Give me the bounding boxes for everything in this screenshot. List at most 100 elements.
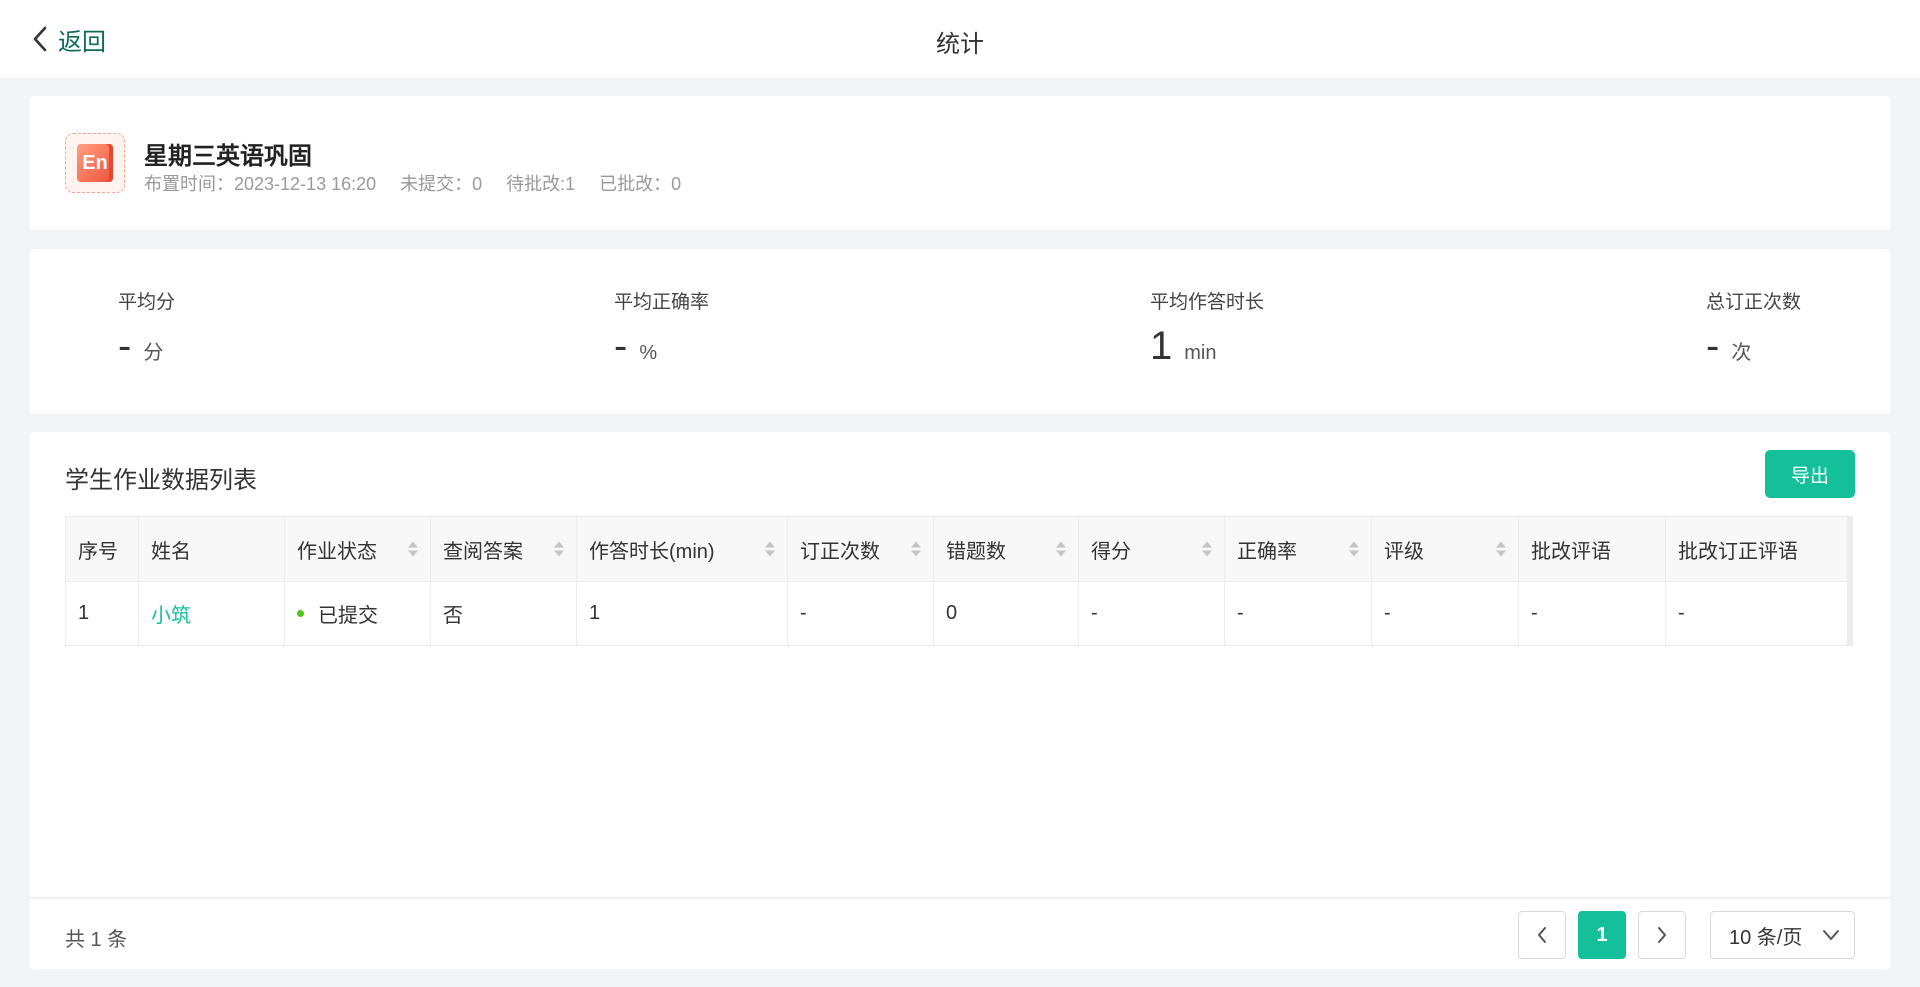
stat-unit: min (1184, 342, 1217, 364)
cell-value: 已提交 (318, 605, 378, 627)
column-header-label: 序号 (78, 540, 118, 563)
chevron-down-icon (1823, 930, 1839, 940)
cell-duration: 1 (577, 582, 788, 645)
column-header-label: 查阅答案 (443, 540, 523, 563)
stat-label: 总订正次数 (1706, 292, 1802, 313)
column-header-corrections[interactable]: 订正次数 (788, 517, 934, 581)
pagination: 1 10 条/页 (1518, 911, 1855, 959)
cell-grade: - (1372, 582, 1519, 645)
stat-unit: 分 (143, 342, 164, 364)
student-name-link[interactable]: 小筑 (151, 599, 191, 628)
cell-name: 小筑 (139, 582, 285, 645)
column-header-label: 正确率 (1237, 540, 1297, 563)
cell-view-answer: 否 (431, 582, 577, 645)
sort-icon[interactable] (1496, 541, 1506, 557)
cell-value: - (1678, 602, 1685, 624)
sort-icon[interactable] (911, 541, 921, 557)
cell-value: 1 (589, 602, 601, 624)
list-title: 学生作业数据列表 (65, 467, 257, 494)
table-header: 序号 姓名 作业状态 查阅答案 作答时长(min) 订正次数 错题数 得分 正确率 评级 批改评语 批… (66, 517, 1847, 581)
column-header-label: 批改订正评语 (1678, 540, 1798, 563)
english-subject-icon: En (65, 133, 125, 193)
column-header-wrong-count[interactable]: 错题数 (934, 517, 1079, 581)
column-header-label: 作业状态 (297, 540, 377, 563)
cell-value: - (1531, 602, 1538, 624)
stat-unit: 次 (1731, 342, 1752, 364)
prev-page-button[interactable] (1518, 911, 1566, 959)
column-header-index: 序号 (66, 517, 139, 581)
column-header-status[interactable]: 作业状态 (285, 517, 431, 581)
cell-value: - (800, 602, 807, 624)
stats-card: 平均分 - 分 平均正确率 - % 平均作答时长 1 min 总订正次数 - 次 (30, 249, 1890, 414)
column-header-correction-comment: 批改订正评语 (1666, 517, 1848, 581)
sort-icon[interactable] (1349, 541, 1359, 557)
column-header-review-comment: 批改评语 (1519, 517, 1666, 581)
stat-avg-score: 平均分 - 分 (118, 287, 175, 369)
student-table: 序号 姓名 作业状态 查阅答案 作答时长(min) 订正次数 错题数 得分 正确率 评级 批改评语 批… (65, 516, 1853, 646)
stat-value: - (1706, 324, 1720, 368)
column-header-label: 批改评语 (1531, 540, 1611, 563)
sort-icon[interactable] (765, 541, 775, 557)
chevron-right-icon (1658, 927, 1666, 943)
column-header-grade[interactable]: 评级 (1372, 517, 1519, 581)
column-header-label: 错题数 (946, 540, 1006, 563)
stat-total-corrections: 总订正次数 - 次 (1706, 287, 1801, 369)
cell-review-comment: - (1519, 582, 1666, 645)
reviewed-count: 已批改：0 (599, 174, 682, 194)
page-1-button[interactable]: 1 (1578, 911, 1626, 959)
sort-icon[interactable] (1202, 541, 1212, 557)
sort-icon[interactable] (554, 541, 564, 557)
column-header-duration[interactable]: 作答时长(min) (577, 517, 788, 581)
column-header-label: 得分 (1091, 540, 1131, 563)
cell-accuracy: - (1225, 582, 1372, 645)
chevron-left-icon (1538, 927, 1546, 943)
column-header-label: 姓名 (151, 540, 191, 563)
stat-value: - (118, 324, 132, 368)
cell-value: - (1091, 602, 1098, 624)
page-size-value: 10 条/页 (1729, 926, 1803, 949)
stat-avg-accuracy: 平均正确率 - % (614, 287, 709, 369)
cell-correction-comment: - (1666, 582, 1848, 645)
cell-value: - (1384, 602, 1391, 624)
pending-review-count: 待批改:1 (506, 174, 576, 194)
stat-value: - (614, 324, 628, 368)
page-size-select[interactable]: 10 条/页 (1710, 911, 1855, 959)
cell-index: 1 (66, 582, 139, 645)
export-button[interactable]: 导出 (1765, 450, 1855, 498)
homework-info-card: En 星期三英语巩固 布置时间：2023-12-13 16:20 未提交：0 待… (30, 96, 1890, 230)
cell-value: - (1237, 602, 1244, 624)
cell-status: 已提交 (285, 582, 431, 645)
stat-unit: % (639, 342, 658, 364)
column-header-score[interactable]: 得分 (1079, 517, 1225, 581)
stat-label: 平均分 (118, 292, 176, 313)
stat-value: 1 (1150, 324, 1173, 368)
column-header-label: 作答时长(min) (589, 540, 715, 563)
column-header-label: 订正次数 (800, 540, 880, 563)
homework-title: 星期三英语巩固 (144, 143, 312, 170)
sort-icon[interactable] (408, 541, 418, 557)
not-submitted-count: 未提交：0 (400, 174, 483, 194)
cell-corrections: - (788, 582, 934, 645)
english-icon-badge: En (77, 144, 113, 182)
table-row: 1 小筑 已提交 否 1 - 0 - - - - - (66, 581, 1847, 645)
assigned-time: 布置时间：2023-12-13 16:20 (144, 174, 377, 194)
cell-value: 否 (443, 605, 463, 627)
table-body: 1 小筑 已提交 否 1 - 0 - - - - - (66, 581, 1847, 645)
next-page-button[interactable] (1638, 911, 1686, 959)
stat-label: 平均作答时长 (1150, 292, 1265, 313)
sort-icon[interactable] (1056, 541, 1066, 557)
cell-score: - (1079, 582, 1225, 645)
column-header-name: 姓名 (139, 517, 285, 581)
column-header-label: 评级 (1384, 540, 1424, 563)
homework-meta: 布置时间：2023-12-13 16:20 未提交：0 待批改:1 已批改：0 (144, 170, 681, 196)
cell-wrong-count: 0 (934, 582, 1079, 645)
column-header-accuracy[interactable]: 正确率 (1225, 517, 1372, 581)
list-footer: 共 1 条 1 10 条/页 (30, 897, 1890, 969)
page-title: 统计 (936, 31, 984, 58)
stat-label: 平均正确率 (614, 292, 710, 313)
top-bar: 返回 统计 (0, 0, 1920, 78)
cell-value: 1 (78, 602, 90, 624)
student-list-card: 学生作业数据列表 导出 序号 姓名 作业状态 查阅答案 作答时长(min) 订正次数 错题数… (30, 432, 1890, 969)
column-header-view-answer[interactable]: 查阅答案 (431, 517, 577, 581)
status-dot-icon (297, 610, 304, 617)
